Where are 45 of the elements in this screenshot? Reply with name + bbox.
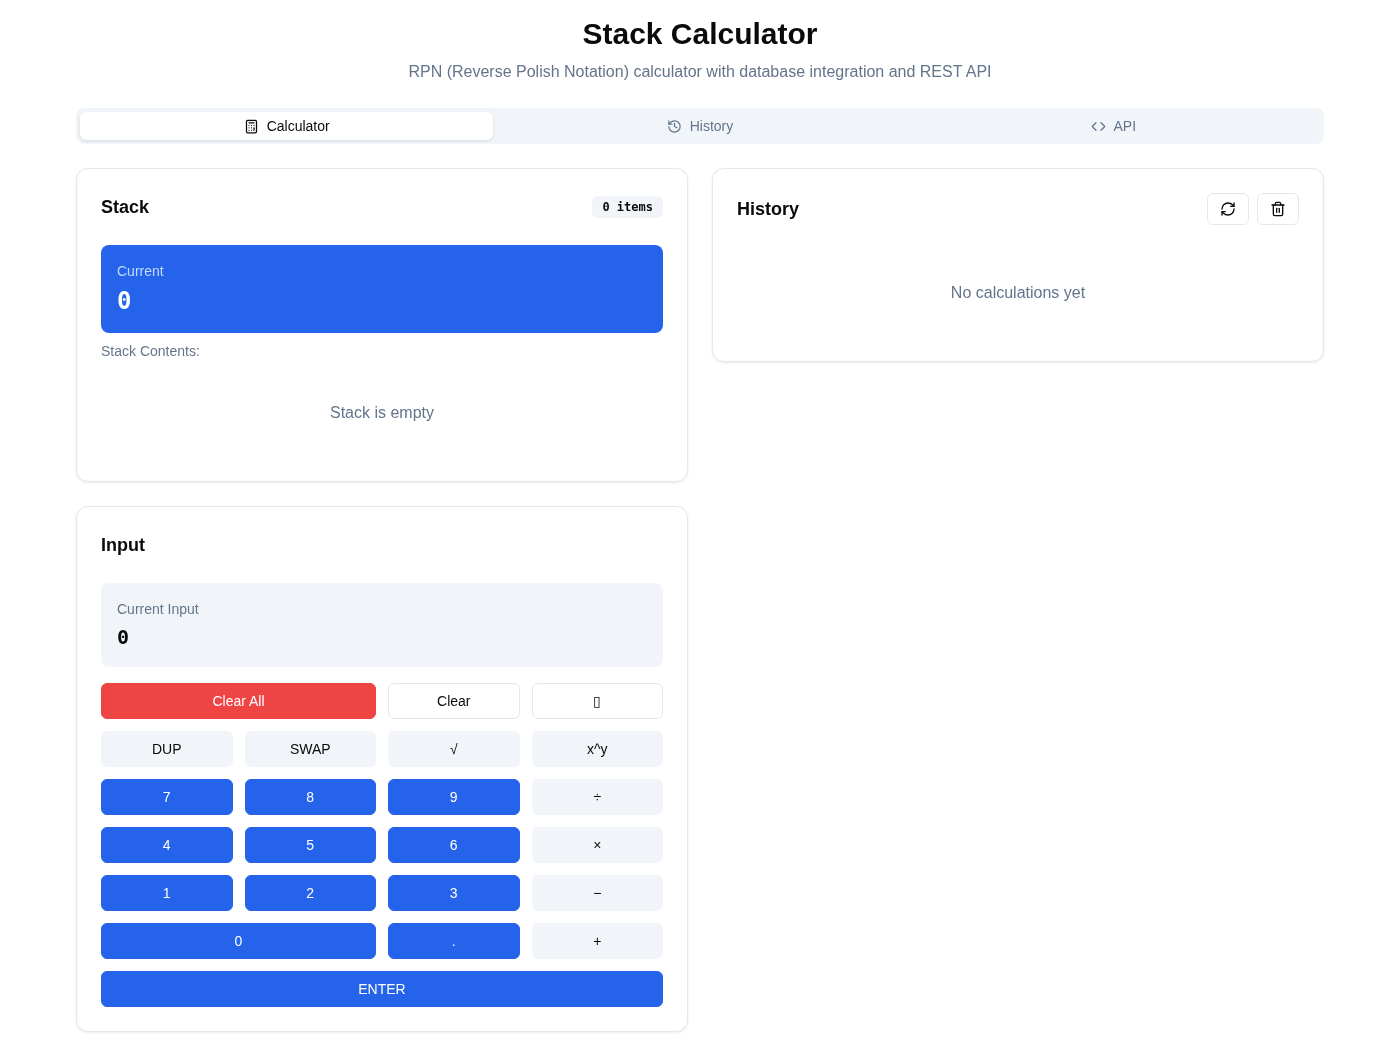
tab[interactable]: API <box>906 112 1320 140</box>
keypad-button[interactable]: 6 <box>388 827 520 863</box>
keypad-button[interactable]: 4 <box>101 827 233 863</box>
stack-contents-label: Stack Contents: <box>101 342 200 361</box>
keypad-button[interactable]: SWAP <box>244 731 376 767</box>
keypad-button[interactable]: 9 <box>388 779 520 815</box>
keypad-button[interactable]: 1 <box>101 875 233 911</box>
keypad-button[interactable]: × <box>531 827 663 863</box>
current-value: 0 <box>117 286 132 317</box>
current-label: Current <box>117 262 164 281</box>
card-title: History <box>737 198 799 221</box>
clock-history-icon <box>666 118 682 134</box>
enter-button[interactable]: ENTER <box>101 971 663 1007</box>
empty-stack-message: Stack is empty <box>330 403 434 423</box>
refresh-button[interactable] <box>1207 193 1249 225</box>
current-input-value: 0 <box>117 624 130 651</box>
current-input-label: Current Input <box>117 600 199 619</box>
page-title: Stack Calculator <box>582 16 818 52</box>
keypad-button[interactable]: Clear <box>388 683 520 719</box>
tab[interactable]: History <box>493 112 907 140</box>
calculator-icon <box>243 118 259 134</box>
delete-button[interactable] <box>1257 193 1299 225</box>
keypad-button[interactable]: 8 <box>244 779 376 815</box>
keypad-button[interactable]: 7 <box>101 779 233 815</box>
refresh-icon <box>1220 201 1236 217</box>
keypad-button[interactable]: DUP <box>101 731 233 767</box>
keypad-button[interactable]: 0 <box>101 923 376 959</box>
empty-history-message: No calculations yet <box>950 283 1086 303</box>
keypad-button[interactable]: ÷ <box>531 779 663 815</box>
item-count-badge: 0 items <box>592 196 663 218</box>
keypad-button[interactable]: 2 <box>244 875 376 911</box>
keypad-button[interactable]: ▯ <box>531 683 663 719</box>
card-title: Input <box>101 534 145 557</box>
keypad-button[interactable]: 5 <box>244 827 376 863</box>
keypad-button[interactable]: . <box>388 923 520 959</box>
keypad-button[interactable]: √ <box>388 731 520 767</box>
tab[interactable]: Calculator <box>80 112 494 140</box>
page-subtitle: RPN (Reverse Polish Notation) calculator with database integration and REST API <box>408 62 992 82</box>
keypad-button[interactable]: x^y <box>531 731 663 767</box>
keypad-button[interactable]: 3 <box>388 875 520 911</box>
keypad-button[interactable]: Clear All <box>101 683 376 719</box>
keypad-button[interactable]: − <box>531 875 663 911</box>
keypad-button[interactable]: + <box>531 923 663 959</box>
card-title: Stack <box>101 196 150 219</box>
trash-icon <box>1270 201 1286 217</box>
